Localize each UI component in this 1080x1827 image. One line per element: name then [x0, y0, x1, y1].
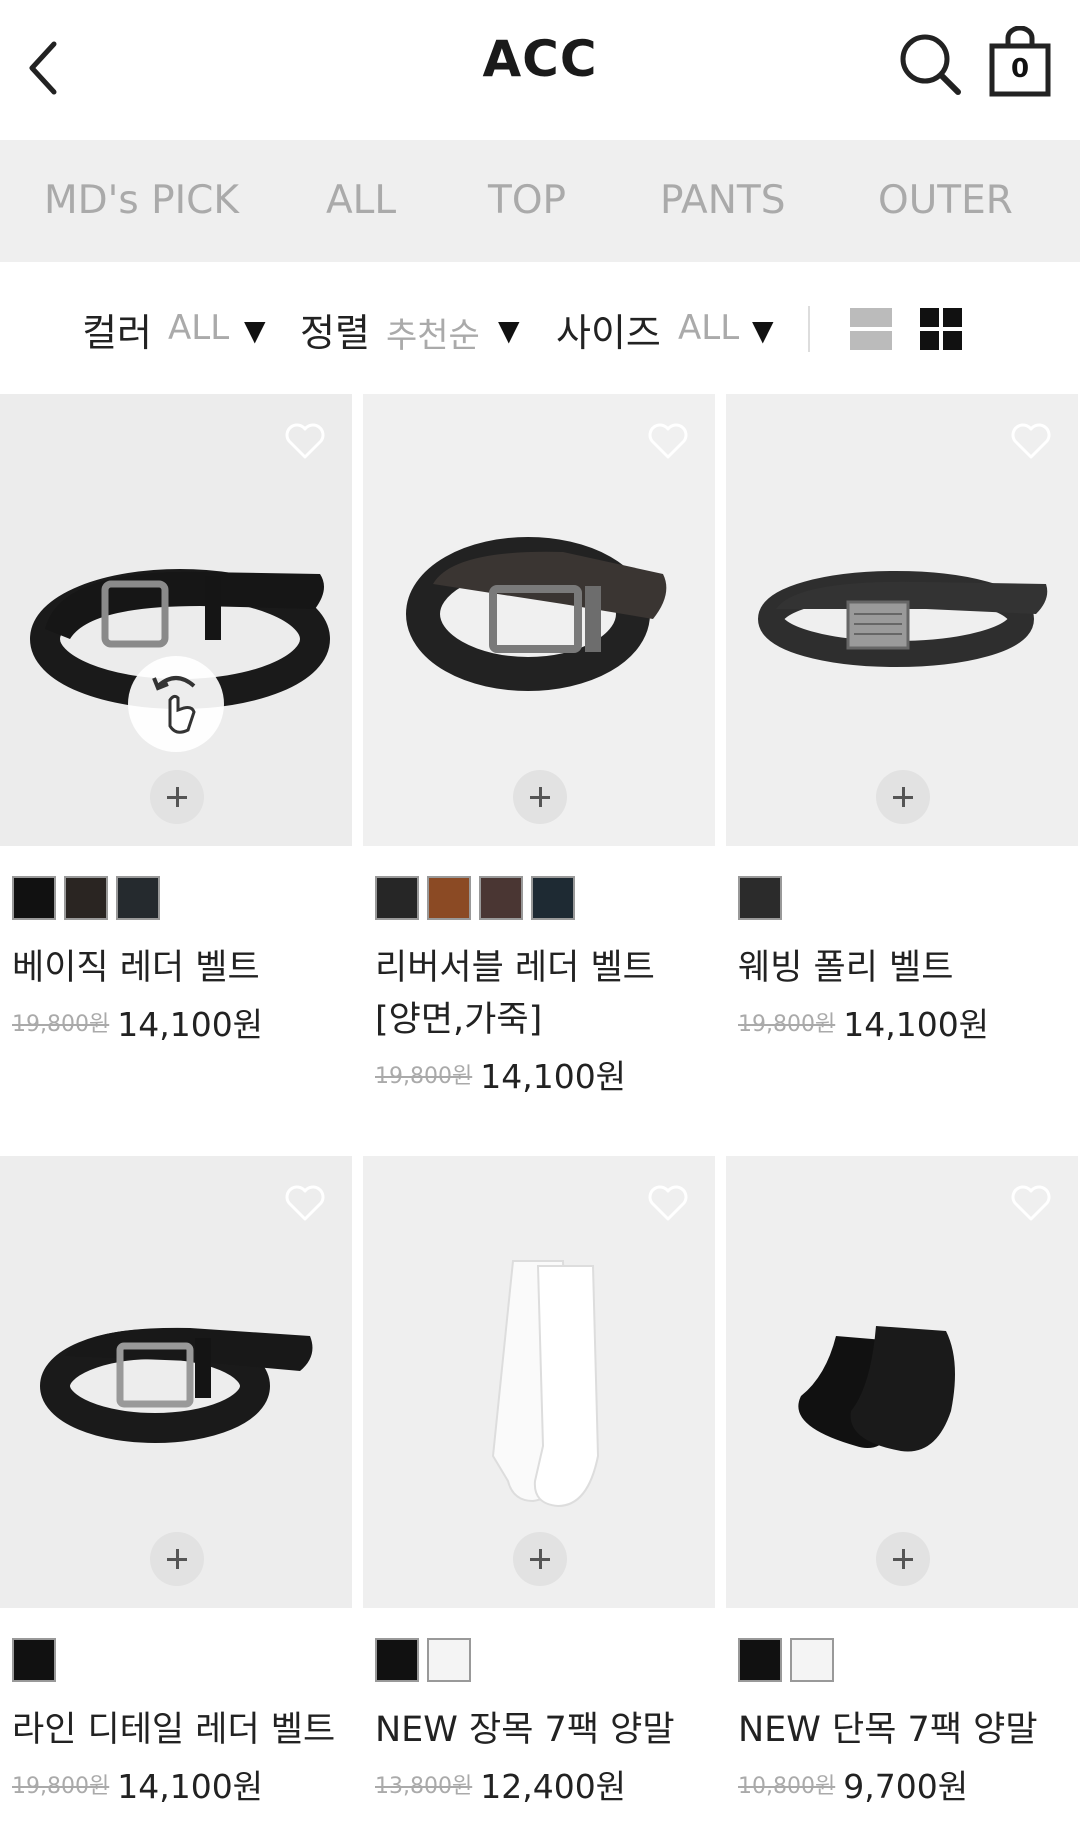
original-price: 19,800원	[375, 1064, 473, 1089]
color-filter-value: ALL	[168, 308, 230, 348]
original-price: 19,800원	[12, 1774, 110, 1799]
page-title: ACC	[482, 30, 598, 88]
wishlist-heart-icon[interactable]	[1010, 422, 1052, 460]
quick-add-button[interactable]	[513, 770, 567, 824]
product-name[interactable]: 라인 디테일 레더 벨트	[12, 1704, 342, 1756]
product-name[interactable]: NEW 장목 7팩 양말	[375, 1704, 705, 1756]
rotate-360-gesture-icon[interactable]	[128, 656, 224, 752]
color-filter-label: 컬러	[82, 311, 152, 355]
size-filter-label: 사이즈	[556, 311, 661, 355]
color-swatch[interactable]	[531, 876, 575, 920]
top-app-bar: ACC 0	[0, 0, 1080, 140]
wishlist-heart-icon[interactable]	[647, 1184, 689, 1222]
color-swatch[interactable]	[738, 1638, 782, 1682]
product-image[interactable]	[0, 394, 352, 846]
cart-button[interactable]: 0	[988, 25, 1052, 98]
quick-add-button[interactable]	[876, 1532, 930, 1586]
product-price: 19,800원 14,100원	[738, 998, 989, 1046]
product-price: 19,800원 14,100원	[12, 1760, 263, 1808]
quick-add-button[interactable]	[876, 770, 930, 824]
quick-add-button[interactable]	[513, 1532, 567, 1586]
product-name[interactable]: 베이직 레더 벨트	[12, 942, 342, 994]
sort-filter-value: 추천순	[386, 316, 480, 356]
product-image[interactable]	[0, 1156, 352, 1608]
sale-price: 14,100원	[480, 1057, 627, 1096]
quick-add-button[interactable]	[150, 1532, 204, 1586]
original-price: 13,800원	[375, 1774, 473, 1799]
color-swatches	[375, 876, 583, 920]
product-name[interactable]: NEW 단목 7팩 양말	[738, 1704, 1068, 1756]
search-icon[interactable]	[896, 30, 964, 98]
product-name[interactable]: 웨빙 폴리 벨트	[738, 942, 1068, 994]
sale-price: 14,100원	[117, 1005, 264, 1044]
wishlist-heart-icon[interactable]	[284, 422, 326, 460]
color-swatch[interactable]	[427, 876, 471, 920]
product-image[interactable]	[726, 394, 1078, 846]
grid-view-icon[interactable]	[920, 308, 962, 350]
size-filter-value: ALL	[678, 308, 740, 348]
sale-price: 9,700원	[843, 1767, 969, 1806]
wishlist-heart-icon[interactable]	[284, 1184, 326, 1222]
product-image[interactable]	[726, 1156, 1078, 1608]
color-swatch[interactable]	[790, 1638, 834, 1682]
dropdown-arrow-icon: ▼	[752, 314, 774, 347]
tab-mds-pick[interactable]: MD's PICK	[44, 140, 239, 262]
color-swatch[interactable]	[738, 876, 782, 920]
color-swatches	[375, 1638, 479, 1682]
sale-price: 14,100원	[843, 1005, 990, 1044]
wishlist-heart-icon[interactable]	[1010, 1184, 1052, 1222]
product-price: 19,800원 14,100원	[375, 1050, 626, 1098]
original-price: 10,800원	[738, 1774, 836, 1799]
dropdown-arrow-icon: ▼	[498, 314, 520, 347]
wishlist-heart-icon[interactable]	[647, 422, 689, 460]
back-arrow-icon[interactable]	[24, 36, 64, 100]
original-price: 19,800원	[738, 1012, 836, 1037]
product-image[interactable]	[363, 394, 715, 846]
filter-bar: 컬러 ALL ▼ 정렬 추천순 ▼ 사이즈 ALL ▼	[0, 262, 1080, 392]
product-image[interactable]	[363, 1156, 715, 1608]
color-swatch[interactable]	[375, 1638, 419, 1682]
color-swatch[interactable]	[12, 1638, 56, 1682]
category-tabs: MD's PICK ALL TOP PANTS OUTER	[0, 140, 1080, 262]
tab-outer[interactable]: OUTER	[878, 140, 1013, 262]
color-swatches	[12, 876, 168, 920]
sale-price: 12,400원	[480, 1767, 627, 1806]
divider	[808, 306, 810, 352]
product-price: 10,800원 9,700원	[738, 1760, 968, 1808]
color-swatch[interactable]	[12, 876, 56, 920]
color-swatch[interactable]	[116, 876, 160, 920]
list-view-icon[interactable]	[850, 308, 892, 350]
original-price: 19,800원	[12, 1012, 110, 1037]
product-price: 19,800원 14,100원	[12, 998, 263, 1046]
color-swatches	[738, 1638, 842, 1682]
quick-add-button[interactable]	[150, 770, 204, 824]
color-swatches	[738, 876, 790, 920]
tab-top[interactable]: TOP	[488, 140, 566, 262]
color-swatch[interactable]	[427, 1638, 471, 1682]
sale-price: 14,100원	[117, 1767, 264, 1806]
cart-count-badge: 0	[1010, 54, 1030, 84]
tab-all[interactable]: ALL	[326, 140, 396, 262]
sort-filter-label: 정렬	[300, 311, 370, 355]
color-swatch[interactable]	[375, 876, 419, 920]
color-swatches	[12, 1638, 64, 1682]
color-swatch[interactable]	[479, 876, 523, 920]
product-price: 13,800원 12,400원	[375, 1760, 626, 1808]
product-name[interactable]: 리버서블 레더 벨트 [양면,가죽]	[375, 942, 705, 1046]
color-swatch[interactable]	[64, 876, 108, 920]
tab-pants[interactable]: PANTS	[660, 140, 785, 262]
dropdown-arrow-icon: ▼	[244, 314, 266, 347]
